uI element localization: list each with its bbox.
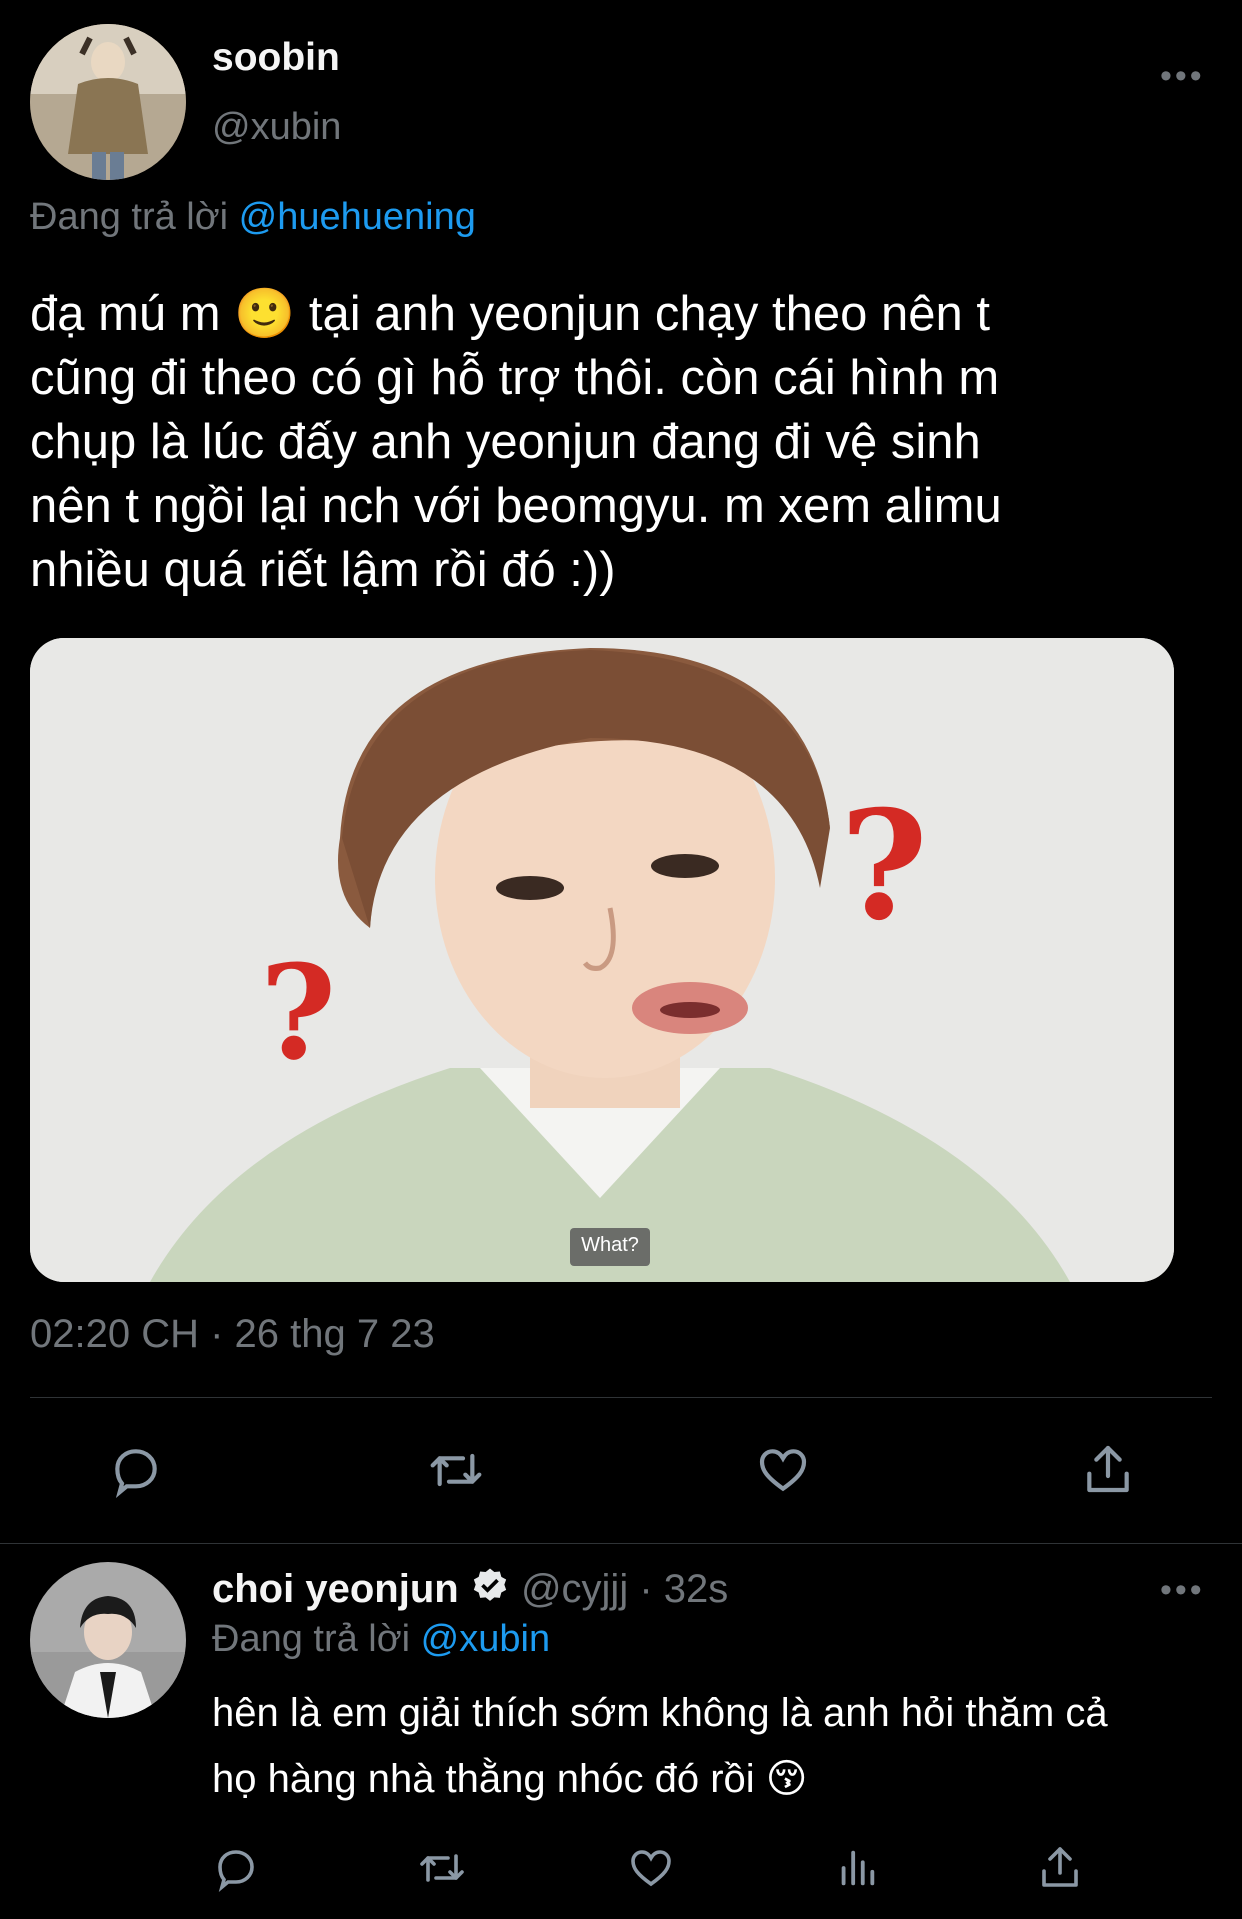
reply-prefix: Đang trả lời	[30, 196, 229, 238]
more-options-icon[interactable]: •••	[1160, 59, 1205, 93]
svg-text:?: ?	[840, 778, 928, 954]
like-icon[interactable]	[626, 1844, 676, 1892]
verified-badge-icon	[470, 1566, 510, 1616]
retweet-icon[interactable]	[414, 1844, 470, 1892]
tweet-text-line: nhiều quá riết lậm rồi đó :))	[30, 543, 616, 597]
tweet-text-line: chụp là lúc đấy anh yeonjun đang đi vệ s…	[30, 415, 981, 469]
reply-icon[interactable]	[212, 1844, 260, 1892]
reply-to-link[interactable]: @xubin	[421, 1618, 550, 1660]
meme-illustration: ? ?	[30, 638, 1174, 1282]
retweet-icon[interactable]	[424, 1442, 488, 1498]
reply-author-name[interactable]: choi yeonjun	[212, 1567, 459, 1611]
divider	[0, 1543, 1242, 1544]
author-name[interactable]: soobin	[212, 36, 340, 80]
share-icon[interactable]	[1080, 1440, 1136, 1498]
author-avatar[interactable]	[30, 24, 186, 180]
share-icon[interactable]	[1036, 1842, 1084, 1892]
tweet-text-line: nên t ngồi lại nch với beomgyu. m xem al…	[30, 479, 1002, 533]
tweet-text-line: cũng đi theo có gì hỗ trợ thôi. còn cái …	[30, 351, 1000, 405]
author-handle[interactable]: @xubin	[212, 106, 341, 149]
reply-author-handle[interactable]: @cyjjj	[521, 1567, 628, 1611]
svg-text:?: ?	[260, 936, 336, 1089]
reply-context: Đang trả lời @huehuening	[30, 196, 476, 239]
reply-text-line: hên là em giải thích sớm không là anh hỏ…	[212, 1691, 1108, 1735]
tweet-text-line: đạ mú m 🙂 tại anh yeonjun chạy theo nên …	[30, 287, 990, 341]
divider	[30, 1397, 1212, 1398]
reply-author-avatar[interactable]	[30, 1562, 186, 1718]
reply-time[interactable]: · 32s	[639, 1567, 728, 1611]
reply-icon[interactable]	[108, 1442, 164, 1498]
reply-more-options-icon[interactable]: •••	[1160, 1573, 1205, 1607]
reply-header: choi yeonjun @cyjjj · 32s	[212, 1566, 728, 1616]
media-caption: What?	[581, 1234, 639, 1256]
like-icon[interactable]	[754, 1442, 812, 1498]
analytics-icon[interactable]	[834, 1844, 880, 1892]
reply-to-link[interactable]: @huehuening	[239, 196, 476, 238]
reply-context: Đang trả lời @xubin	[212, 1618, 550, 1661]
reply-text: hên là em giải thích sớm không là anh hỏ…	[212, 1680, 1108, 1812]
reply-prefix: Đang trả lời	[212, 1618, 411, 1660]
tweet-text: đạ mú m 🙂 tại anh yeonjun chạy theo nên …	[30, 282, 1002, 602]
reply-text-line: họ hàng nhà thằng nhóc đó rồi 😚	[212, 1757, 808, 1801]
tweet-media-image[interactable]: ? ? What?	[30, 638, 1174, 1282]
tweet-timestamp[interactable]: 02:20 CH · 26 thg 7 23	[30, 1312, 435, 1357]
